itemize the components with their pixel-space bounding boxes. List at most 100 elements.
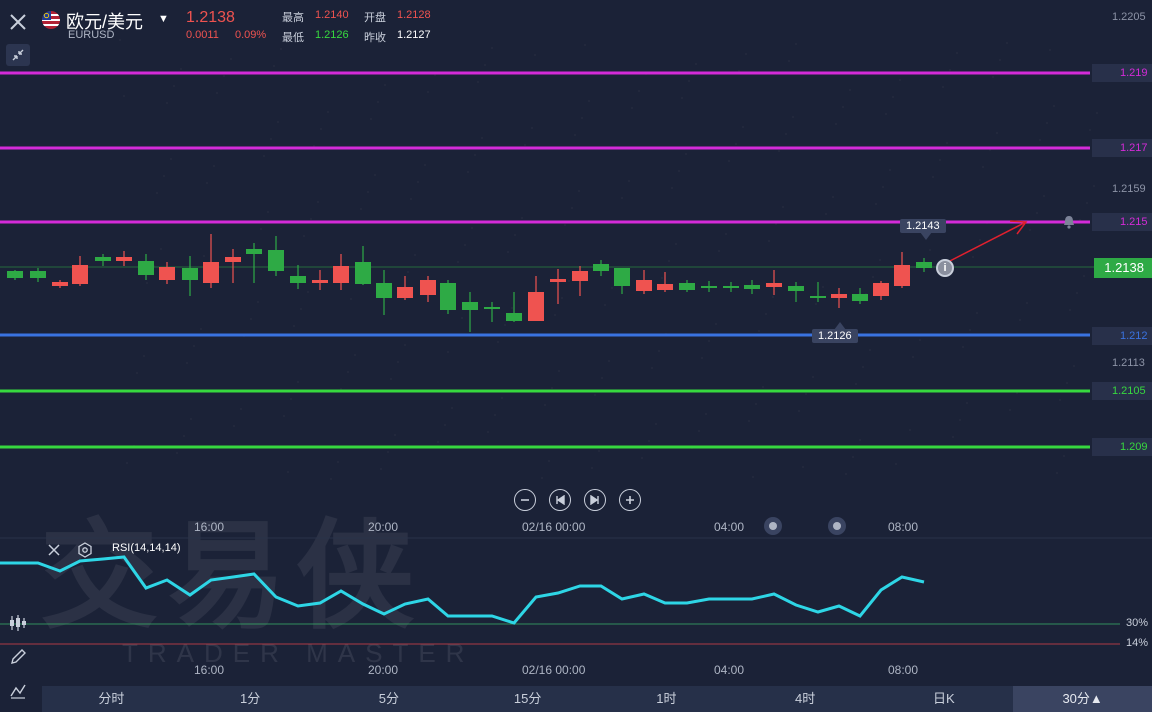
scroll-start-button[interactable] (549, 489, 571, 511)
draw-button[interactable] (4, 644, 32, 670)
map-dot (307, 291, 309, 293)
level-label[interactable]: 1.219 (1092, 64, 1152, 82)
map-dot (507, 251, 509, 253)
map-dot (661, 277, 663, 279)
map-dot (1046, 122, 1048, 124)
map-dot (300, 308, 302, 310)
map-dot (568, 280, 570, 282)
map-dot (213, 165, 215, 167)
map-dot (815, 303, 817, 305)
gear-icon (78, 542, 92, 558)
map-dot (317, 201, 319, 203)
map-dot (374, 174, 376, 176)
map-dot (123, 95, 125, 97)
time-label: 04:00 (714, 663, 745, 677)
level-label[interactable]: 1.217 (1092, 139, 1152, 157)
map-dot (119, 39, 121, 41)
map-dot (206, 182, 208, 184)
map-dot (126, 462, 128, 464)
level-label[interactable]: 1.215 (1092, 213, 1152, 231)
eu-us-flag-icon (42, 11, 60, 29)
map-dot (471, 227, 473, 229)
map-dot (494, 414, 496, 416)
map-dot (277, 121, 279, 123)
scroll-dot[interactable] (764, 517, 782, 535)
map-dot (688, 80, 690, 82)
zoom-in-button[interactable] (619, 489, 641, 511)
info-icon[interactable]: i (936, 259, 954, 277)
timeframe-tab[interactable]: 5分 (320, 686, 459, 712)
map-dot (544, 404, 546, 406)
rsi-settings-button[interactable] (77, 542, 93, 558)
map-dot (146, 282, 148, 284)
map-dot (842, 106, 844, 108)
timeframe-tab[interactable]: 分时 (42, 686, 181, 712)
trendline-icon (10, 684, 26, 699)
map-dot (668, 260, 670, 262)
map-dot (698, 430, 700, 432)
map-dot (561, 297, 563, 299)
map-dot (414, 254, 416, 256)
level-label[interactable]: 1.2105 (1092, 382, 1152, 400)
map-dot (397, 361, 399, 363)
indicator-button[interactable] (4, 610, 32, 636)
candle-body (723, 286, 739, 288)
timeframe-tab[interactable]: 日K (875, 686, 1014, 712)
map-dot (875, 203, 877, 205)
line-tool-button[interactable] (4, 678, 32, 704)
map-dot (216, 92, 218, 94)
close-button[interactable] (4, 8, 32, 36)
candle-body (138, 261, 154, 275)
level-label[interactable]: 1.212 (1092, 327, 1152, 345)
map-dot (952, 436, 954, 438)
map-dot (166, 102, 168, 104)
time-label: 02/16 00:00 (522, 520, 586, 534)
candlestick-icon (10, 615, 26, 631)
map-dot (999, 59, 1001, 61)
candle-body (916, 262, 932, 268)
candle-body (159, 267, 175, 280)
map-dot (487, 431, 489, 433)
zoom-out-button[interactable] (514, 489, 536, 511)
map-dot (972, 256, 974, 258)
map-dot (949, 69, 951, 71)
map-dot (959, 419, 961, 421)
candle-body (679, 283, 695, 290)
scroll-dot[interactable] (828, 517, 846, 535)
collapse-button[interactable] (6, 44, 30, 66)
bell-icon[interactable] (1060, 213, 1078, 231)
map-dot (407, 271, 409, 273)
map-dot (835, 123, 837, 125)
map-dot (303, 235, 305, 237)
candle-body (182, 268, 198, 280)
close-icon (48, 544, 60, 556)
pencil-icon (11, 649, 26, 664)
timeframe-tab[interactable]: 4时 (736, 686, 875, 712)
candle-body (593, 264, 609, 271)
map-dot (715, 323, 717, 325)
prev-close-value: 1.2127 (397, 29, 431, 41)
map-dot (384, 84, 386, 86)
map-dot (932, 176, 934, 178)
rsi-close-button[interactable] (46, 542, 62, 558)
map-dot (467, 171, 469, 173)
map-dot (1019, 319, 1021, 321)
map-dot (939, 159, 941, 161)
candle-body (766, 283, 782, 287)
chart-canvas[interactable] (0, 0, 1152, 712)
candle-body (290, 276, 306, 283)
timeframe-tab-active[interactable]: 30分▲ (1013, 686, 1152, 712)
map-dot (337, 461, 339, 463)
map-dot (992, 76, 994, 78)
map-dot (347, 371, 349, 373)
timeframe-tab[interactable]: 1分 (181, 686, 320, 712)
scroll-end-button[interactable] (584, 489, 606, 511)
time-label: 04:00 (714, 520, 745, 534)
map-dot (942, 86, 944, 88)
level-label[interactable]: 1.209 (1092, 438, 1152, 456)
map-dot (681, 97, 683, 99)
caret-down-icon[interactable]: ▼ (158, 13, 169, 25)
timeframe-tab[interactable]: 1时 (597, 686, 736, 712)
map-dot (367, 191, 369, 193)
timeframe-tab[interactable]: 15分 (458, 686, 597, 712)
